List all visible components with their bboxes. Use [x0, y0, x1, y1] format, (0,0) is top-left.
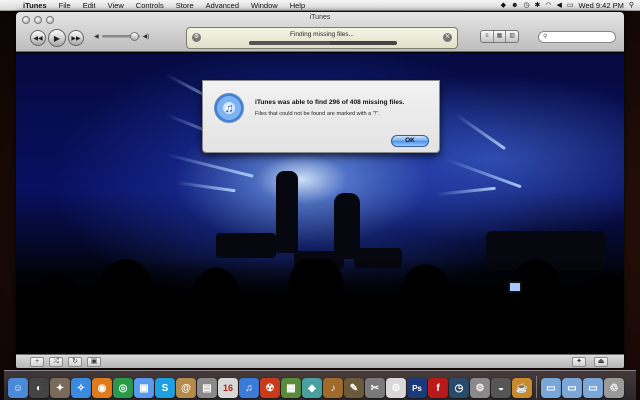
chrome-icon[interactable]: ◎: [113, 378, 133, 398]
view-buttons: ≡ ▦ ▥: [480, 30, 519, 43]
next-track-button[interactable]: ▶▶: [68, 30, 84, 46]
status-text: Finding missing files...: [290, 31, 354, 38]
eject-button[interactable]: ⏏: [594, 357, 608, 367]
app-store-icon[interactable]: ▦: [281, 378, 301, 398]
menu-controls[interactable]: Controls: [130, 1, 170, 10]
finder-icon[interactable]: ☺: [8, 378, 28, 398]
script-icon[interactable]: ⚙: [386, 378, 406, 398]
ok-button[interactable]: OK: [391, 135, 429, 147]
dashboard-icon[interactable]: ◐: [29, 378, 49, 398]
menu-bar: iTunes File Edit View Controls Store Adv…: [0, 0, 640, 11]
itunes-logo-icon: ♫: [214, 93, 244, 123]
disk-utility-icon[interactable]: ◒: [491, 378, 511, 398]
volume-knob[interactable]: [129, 32, 139, 41]
calendar-icon[interactable]: 16: [218, 378, 238, 398]
dialog-message: Files that could not be found are marked…: [255, 111, 380, 117]
itunes-window: iTunes ◀◀ ▶ ▶▶ ◀ ◀) ⚙ Finding missing fi…: [16, 12, 624, 368]
fast-forward-icon: ▶▶: [71, 35, 81, 42]
play-icon: ▶: [53, 33, 61, 43]
tools-icon[interactable]: ✂: [365, 378, 385, 398]
trash-icon[interactable]: ♲: [604, 378, 624, 398]
menu-help[interactable]: Help: [284, 1, 311, 10]
light-beam: [455, 113, 507, 151]
archive-icon[interactable]: ◆: [302, 378, 322, 398]
status-display: ⚙ Finding missing files... ✕: [186, 27, 458, 49]
system-preferences-icon[interactable]: ⚙: [470, 378, 490, 398]
coverflow-view-icon[interactable]: ▥: [506, 31, 518, 42]
downloads-folder-icon[interactable]: ▭: [583, 378, 603, 398]
burn-icon[interactable]: ☢: [260, 378, 280, 398]
phone-screen: [508, 281, 522, 293]
preview-icon[interactable]: ▤: [197, 378, 217, 398]
volume-low-icon: ◀: [94, 34, 99, 40]
menu-store[interactable]: Store: [170, 1, 200, 10]
photo-icon[interactable]: ✎: [344, 378, 364, 398]
photoshop-icon[interactable]: Ps: [407, 378, 427, 398]
stage-monitor: [216, 233, 276, 258]
system-utility-icon[interactable]: ✦: [50, 378, 70, 398]
transport-controls: ◀◀ ▶ ▶▶: [30, 29, 84, 47]
search-icon: ⚲: [543, 34, 548, 40]
previous-track-button[interactable]: ◀◀: [30, 30, 46, 46]
user-icon[interactable]: ☻: [511, 2, 518, 9]
menu-advanced[interactable]: Advanced: [200, 1, 245, 10]
flash-icon[interactable]: f: [428, 378, 448, 398]
dropbox-icon[interactable]: ◆: [501, 2, 506, 9]
search-input[interactable]: ⚲: [538, 31, 616, 43]
singer-silhouette: [276, 171, 298, 253]
cancel-search-icon[interactable]: ✕: [443, 33, 452, 42]
crowd-silhouette: [16, 259, 624, 354]
progress-fill: [249, 41, 331, 45]
menu-app-name[interactable]: iTunes: [17, 1, 53, 10]
repeat-button[interactable]: ↻: [68, 357, 82, 367]
volume-icon[interactable]: ◀: [557, 2, 562, 9]
guitar-icon[interactable]: ♪: [323, 378, 343, 398]
menu-extras: ◆ ☻ ◷ ✱ ◠ ◀ ▭ Wed 9:42 PM ⚲: [501, 1, 640, 10]
address-book-icon[interactable]: @: [176, 378, 196, 398]
list-view-icon[interactable]: ≡: [481, 31, 494, 42]
bottom-bar: + ⤮ ↻ ▣ ✦ ⏏: [16, 354, 624, 368]
shuffle-button[interactable]: ⤮: [49, 357, 63, 367]
menu-clock[interactable]: Wed 9:42 PM: [579, 1, 624, 10]
spotlight-icon[interactable]: ⚲: [629, 2, 634, 9]
menu-window[interactable]: Window: [245, 1, 284, 10]
time-machine-icon[interactable]: ◷: [449, 378, 469, 398]
dock: ☺ ◐ ✦ ✧ ◉ ◎ ▣ S @ ▤ 16 ♫ ☢ ▦ ◆ ♪ ✎ ✂ ⚙ Ps f ◷ ⚙ ◒ ☕ ▭ ▭ ▭ ♲: [4, 370, 636, 400]
menu-view[interactable]: View: [102, 1, 130, 10]
applications-folder-icon[interactable]: ▭: [541, 378, 561, 398]
add-playlist-button[interactable]: +: [30, 357, 44, 367]
time-machine-status-icon[interactable]: ◷: [523, 2, 529, 9]
light-beam: [445, 158, 522, 189]
safari-icon[interactable]: ✧: [71, 378, 91, 398]
volume-control: ◀ ◀): [94, 32, 150, 41]
volume-high-icon: ◀): [142, 34, 150, 40]
light-beam: [175, 181, 236, 193]
video-frame[interactable]: ♫ iTunes was able to find 296 of 408 mis…: [16, 53, 624, 354]
facetime-icon[interactable]: ▣: [134, 378, 154, 398]
play-button[interactable]: ▶: [48, 29, 66, 47]
window-title: iTunes: [309, 14, 331, 21]
menu-edit[interactable]: Edit: [77, 1, 102, 10]
missing-files-dialog: ♫ iTunes was able to find 296 of 408 mis…: [202, 80, 440, 153]
skype-icon[interactable]: S: [155, 378, 175, 398]
terminal-icon[interactable]: ☕: [512, 378, 532, 398]
light-beam: [165, 153, 254, 178]
bluetooth-icon[interactable]: ✱: [535, 2, 541, 9]
dock-separator: [536, 376, 537, 398]
firefox-icon[interactable]: ◉: [92, 378, 112, 398]
volume-slider[interactable]: [101, 32, 140, 41]
light-beam: [435, 186, 496, 196]
itunes-icon[interactable]: ♫: [239, 378, 259, 398]
show-artwork-button[interactable]: ▣: [87, 357, 101, 367]
menu-file[interactable]: File: [53, 1, 77, 10]
visualizer-button[interactable]: ✦: [572, 357, 586, 367]
grid-view-icon[interactable]: ▦: [494, 31, 507, 42]
dialog-title: iTunes was able to find 296 of 408 missi…: [255, 99, 405, 106]
progress-bar: [249, 41, 397, 45]
wifi-icon[interactable]: ◠: [545, 2, 551, 9]
battery-icon[interactable]: ▭: [567, 2, 574, 9]
title-bar: iTunes ◀◀ ▶ ▶▶ ◀ ◀) ⚙ Finding missing fi…: [16, 12, 624, 52]
rewind-icon: ◀◀: [33, 35, 43, 42]
documents-folder-icon[interactable]: ▭: [562, 378, 582, 398]
